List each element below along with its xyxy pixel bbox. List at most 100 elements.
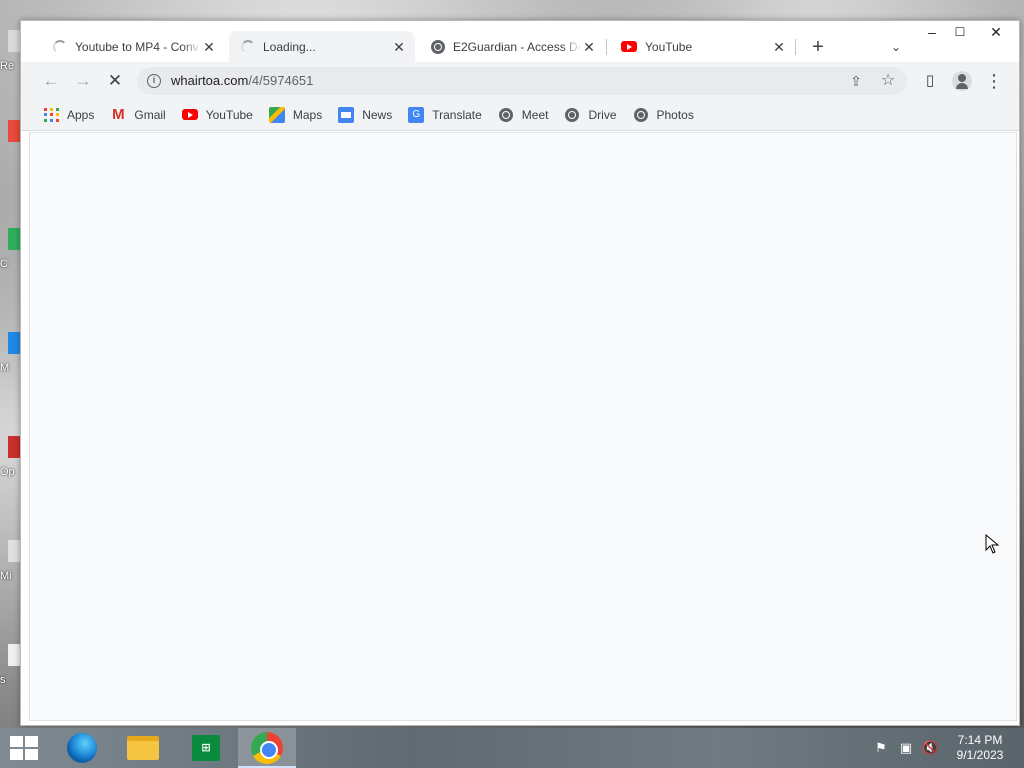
youtube-icon bbox=[621, 41, 637, 52]
bookmark-translate[interactable]: G Translate bbox=[408, 107, 482, 123]
bookmark-label: Photos bbox=[656, 108, 694, 122]
desktop-icon-label: Op bbox=[0, 466, 15, 478]
bookmark-gmail[interactable]: M Gmail bbox=[110, 106, 166, 123]
site-info-icon[interactable]: i bbox=[147, 74, 161, 88]
desktop-icon-opera[interactable]: Op bbox=[0, 436, 22, 478]
youtube-icon bbox=[181, 107, 198, 123]
stop-loading-button[interactable]: ✕ bbox=[103, 69, 127, 93]
desktop-icon-app-green[interactable]: C bbox=[0, 228, 22, 270]
taskbar-edge[interactable] bbox=[50, 728, 108, 768]
page-content-area[interactable] bbox=[29, 132, 1017, 721]
windows-logo-icon bbox=[10, 736, 38, 760]
globe-icon bbox=[564, 107, 580, 123]
address-bar[interactable]: i whairtoa.com/4/5974651 ⇪ ☆ bbox=[137, 67, 907, 95]
tab-search-button[interactable]: ⌄ bbox=[885, 36, 907, 58]
tab-strip: Youtube to MP4 - Conv ✕ Loading... ✕ E2G… bbox=[21, 21, 1019, 62]
taskbar-file-explorer[interactable] bbox=[114, 728, 172, 768]
bookmarks-bar: Apps M Gmail YouTube Maps News G Transla… bbox=[21, 100, 1019, 131]
taskbar: ⊞ ⚑ ▣ 🔇 7:14 PM 9/1/2023 bbox=[0, 728, 1024, 768]
action-center-flag-icon[interactable]: ⚑ bbox=[873, 740, 889, 756]
taskbar-chrome[interactable] bbox=[238, 728, 296, 768]
taskbar-store[interactable]: ⊞ bbox=[176, 728, 234, 768]
store-icon: ⊞ bbox=[192, 735, 220, 761]
toolbar: ← → ✕ i whairtoa.com/4/5974651 ⇪ ☆ ▯ ⋮ bbox=[21, 62, 1019, 100]
arrow-right-icon: → bbox=[74, 71, 92, 90]
maps-icon bbox=[268, 107, 285, 123]
close-tab-button[interactable]: ✕ bbox=[771, 39, 787, 55]
bookmark-label: Gmail bbox=[134, 108, 166, 122]
forward-button[interactable]: → bbox=[71, 69, 95, 93]
desktop-icon-label: Mi bbox=[0, 570, 12, 582]
bookmark-label: Maps bbox=[292, 108, 323, 122]
bookmark-news[interactable]: News bbox=[338, 107, 392, 123]
bookmark-youtube[interactable]: YouTube bbox=[181, 107, 253, 123]
more-vertical-icon: ⋮ bbox=[985, 71, 1003, 91]
bookmark-label: Apps bbox=[67, 108, 95, 122]
tab-separator bbox=[606, 39, 607, 55]
news-icon bbox=[338, 107, 355, 123]
bookmark-label: Meet bbox=[521, 108, 549, 122]
side-panel-button[interactable]: ▯ bbox=[919, 70, 941, 92]
loading-spinner-icon bbox=[53, 39, 67, 54]
apps-grid-icon bbox=[43, 107, 59, 123]
bookmark-photos[interactable]: Photos bbox=[633, 107, 694, 123]
chrome-icon bbox=[251, 732, 283, 764]
volume-muted-icon[interactable]: 🔇 bbox=[922, 740, 938, 756]
system-clock[interactable]: 7:14 PM 9/1/2023 bbox=[950, 733, 1010, 763]
clock-date: 9/1/2023 bbox=[956, 748, 1004, 762]
url-path: /4/5974651 bbox=[248, 73, 314, 88]
bookmark-meet[interactable]: Meet bbox=[498, 107, 549, 123]
back-button[interactable]: ← bbox=[39, 69, 63, 93]
arrow-left-icon: ← bbox=[42, 71, 60, 90]
chrome-window: Youtube to MP4 - Conv ✕ Loading... ✕ E2G… bbox=[20, 20, 1020, 726]
desktop-icon-microsoft[interactable]: Mi bbox=[0, 540, 22, 582]
desktop-icon-label: C bbox=[0, 258, 8, 270]
network-icon[interactable]: ▣ bbox=[898, 740, 914, 756]
chrome-menu-button[interactable]: ⋮ bbox=[983, 70, 1005, 92]
start-button[interactable] bbox=[0, 728, 48, 768]
tab-title: YouTube bbox=[645, 39, 693, 54]
url-text[interactable]: whairtoa.com/4/5974651 bbox=[171, 73, 313, 88]
bookmark-label: YouTube bbox=[205, 108, 253, 122]
desktop-icon-file[interactable]: s bbox=[0, 644, 22, 686]
chevron-down-icon: ⌄ bbox=[890, 40, 902, 54]
maximize-button[interactable]: ☐ bbox=[945, 21, 975, 45]
bookmark-label: News bbox=[362, 108, 393, 122]
globe-icon bbox=[431, 39, 445, 54]
close-window-button[interactable]: ✕ bbox=[981, 21, 1011, 45]
url-host: whairtoa.com bbox=[171, 73, 249, 88]
desktop-icon-app-red[interactable] bbox=[0, 120, 22, 150]
file-explorer-icon bbox=[127, 736, 159, 760]
close-tab-button[interactable]: ✕ bbox=[391, 39, 407, 55]
bookmark-maps[interactable]: Maps bbox=[268, 107, 323, 123]
tab-loading[interactable]: Loading... ✕ bbox=[229, 31, 415, 62]
minimize-button[interactable]: – bbox=[917, 21, 947, 45]
translate-icon: G bbox=[408, 107, 425, 123]
tab-youtube-to-mp4[interactable]: Youtube to MP4 - Conv ✕ bbox=[41, 31, 225, 62]
desktop-icon-recycle-bin[interactable]: Re bbox=[0, 30, 22, 72]
gmail-icon: M bbox=[112, 106, 125, 123]
avatar-icon bbox=[952, 71, 972, 91]
desktop-icon-label: M bbox=[0, 362, 10, 374]
close-tab-button[interactable]: ✕ bbox=[201, 39, 217, 55]
loading-spinner-icon bbox=[241, 39, 255, 54]
tab-youtube[interactable]: YouTube ✕ bbox=[609, 31, 795, 62]
stop-icon: ✕ bbox=[107, 71, 123, 90]
profile-button[interactable] bbox=[951, 70, 973, 92]
close-tab-button[interactable]: ✕ bbox=[581, 39, 597, 55]
clock-time: 7:14 PM bbox=[957, 733, 1003, 747]
desktop-icon-label: Re bbox=[0, 60, 15, 72]
tab-e2guardian[interactable]: E2Guardian - Access De ✕ bbox=[419, 31, 605, 62]
side-panel-icon: ▯ bbox=[925, 72, 935, 89]
bookmark-star-icon[interactable]: ☆ bbox=[879, 72, 897, 90]
desktop-icon-label: s bbox=[0, 674, 6, 686]
tab-title: Loading... bbox=[263, 39, 316, 54]
bookmark-drive[interactable]: Drive bbox=[564, 107, 617, 123]
desktop-icon-app-blue[interactable]: M bbox=[0, 332, 22, 374]
bookmark-apps[interactable]: Apps bbox=[43, 107, 94, 123]
share-icon[interactable]: ⇪ bbox=[847, 72, 865, 90]
tab-title: E2Guardian - Access De bbox=[453, 39, 581, 54]
globe-icon bbox=[498, 107, 514, 123]
new-tab-button[interactable]: + bbox=[807, 36, 829, 58]
bookmark-label: Translate bbox=[432, 108, 482, 122]
